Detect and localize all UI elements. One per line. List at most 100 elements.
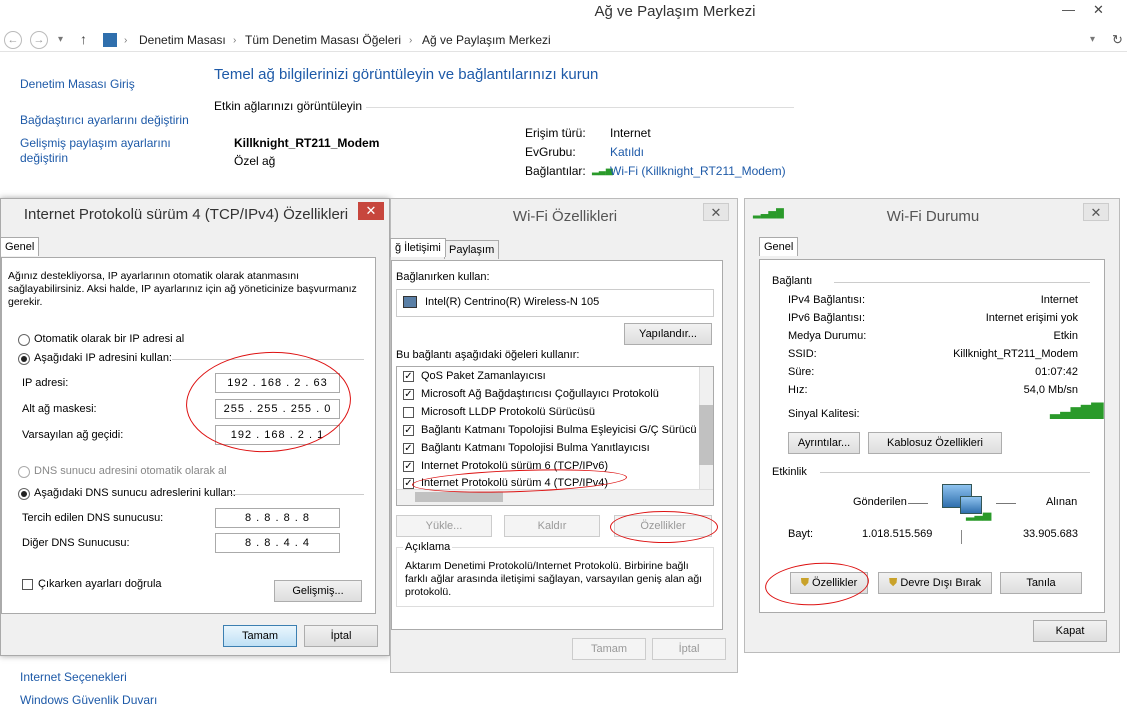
wifi-status-dialog: ▂▃▅▇ Wi-Fi Durumu ✕ Genel Bağlantı IPv4 … (744, 198, 1120, 653)
validate-label: Çıkarken ayarları doğrula (38, 578, 162, 590)
close-icon[interactable]: ✕ (1083, 203, 1109, 221)
homegroup-label: EvGrubu: (525, 145, 576, 159)
cancel-button[interactable]: İptal (304, 625, 378, 647)
section-heading: Etkin ağlarınızı görüntüleyin (214, 99, 363, 113)
diagnose-button[interactable]: Tanıla (1000, 572, 1082, 594)
sidebar-item-adapter[interactable]: Bağdaştırıcı ayarlarını değiştirin (20, 113, 189, 127)
gateway-label: Varsayılan ağ geçidi: (22, 429, 124, 441)
dns2-field[interactable]: 8 . 8 . 4 . 4 (215, 533, 340, 553)
sidebar-item-sharing[interactable]: Gelişmiş paylaşım ayarlarını değiştirin (20, 136, 185, 166)
annotation-circle (763, 559, 871, 609)
advanced-button[interactable]: Gelişmiş... (274, 580, 362, 602)
dns1-field[interactable]: 8 . 8 . 8 . 8 (215, 508, 340, 528)
disable-button-label: Devre Dışı Bırak (900, 577, 981, 589)
shield-icon: ⛊ (889, 577, 898, 589)
received-line (996, 503, 1016, 504)
ok-button[interactable]: Tamam (572, 638, 646, 660)
mask-label: Alt ağ maskesi: (22, 403, 97, 415)
ok-button[interactable]: Tamam (223, 625, 297, 647)
close-icon[interactable]: ✕ (358, 202, 384, 220)
cancel-button[interactable]: İptal (652, 638, 726, 660)
tab-sharing[interactable]: Paylaşım (444, 240, 500, 259)
item-checkbox[interactable]: ✓ (403, 389, 414, 400)
configure-button[interactable]: Yapılandır... (624, 323, 712, 345)
scrollbar-thumb[interactable] (415, 492, 503, 502)
adapter-box: Intel(R) Centrino(R) Wireless-N 105 (396, 289, 714, 317)
see-also-firewall[interactable]: Windows Güvenlik Duvarı (20, 693, 157, 707)
scrollbar-thumb[interactable] (699, 405, 713, 465)
back-icon[interactable]: ← (4, 31, 22, 49)
up-icon[interactable]: ↑ (80, 31, 87, 47)
breadcrumb-network-center[interactable]: Ağ ve Paylaşım Merkezi (422, 33, 551, 47)
signal-label: Sinyal Kalitesi: (788, 408, 860, 420)
wireless-properties-button[interactable]: Kablosuz Özellikleri (868, 432, 1002, 454)
adapter-name: Intel(R) Centrino(R) Wireless-N 105 (425, 296, 600, 308)
connections-label: Bağlantılar: (525, 164, 586, 178)
close-button[interactable]: Kapat (1033, 620, 1107, 642)
signal-bars-icon: ▂▃▅ (966, 509, 992, 521)
tab-networking[interactable]: ğ İletişimi (390, 238, 446, 257)
chevron-right-icon: › (233, 35, 237, 46)
item-checkbox[interactable] (403, 407, 414, 418)
auto-dns-label: DNS sunucu adresini otomatik olarak al (34, 465, 227, 477)
ipv4-panel: Ağınız destekliyorsa, IP ayarlarının oto… (1, 257, 376, 614)
refresh-icon[interactable]: ↻ (1112, 32, 1123, 48)
wifi-status-title: Wi-Fi Durumu (886, 208, 980, 225)
wifi-properties-panel: Bağlanırken kullan: Intel(R) Centrino(R)… (391, 260, 723, 630)
list-item[interactable]: Microsoft LLDP Protokolü Sürücüsü (421, 406, 595, 418)
media-state-label: Medya Durumu: (788, 330, 867, 342)
see-also-internet-options[interactable]: Internet Seçenekleri (20, 670, 127, 684)
uninstall-button[interactable]: Kaldır (504, 515, 600, 537)
control-panel-icon (103, 33, 117, 47)
manual-dns-label: Aşağıdaki DNS sunucu adreslerini kullan: (34, 487, 236, 499)
chevron-down-icon[interactable]: ▾ (58, 34, 63, 45)
breadcrumb-all-items[interactable]: Tüm Denetim Masası Öğeleri (245, 33, 401, 47)
dns1-label: Tercih edilen DNS sunucusu: (22, 512, 164, 524)
access-label: Erişim türü: (525, 126, 586, 140)
list-item[interactable]: Bağlantı Katmanı Topolojisi Bulma Eşleyi… (421, 424, 697, 436)
list-item[interactable]: Microsoft Ağ Bağdaştırıcısı Çoğullayıcı … (421, 388, 659, 400)
group-line (834, 282, 1090, 283)
close-icon[interactable]: ✕ (703, 203, 729, 221)
connect-using-label: Bağlanırken kullan: (396, 271, 490, 283)
item-checkbox[interactable]: ✓ (403, 461, 414, 472)
item-checkbox[interactable]: ✓ (403, 371, 414, 382)
group-line (230, 494, 364, 495)
signal-bars-icon: ▂▃▅▆▇ (1050, 402, 1104, 419)
forward-icon[interactable]: → (30, 31, 48, 49)
item-checkbox[interactable]: ✓ (403, 443, 414, 454)
address-bar: ← → ▾ ↑ › Denetim Masası › Tüm Denetim M… (0, 28, 1127, 52)
breadcrumb-control-panel[interactable]: Denetim Masası (139, 33, 226, 47)
wifi-properties-dialog: Wi-Fi Özellikleri ✕ ğ İletişimi Paylaşım… (390, 198, 738, 673)
tab-general[interactable]: Genel (759, 237, 799, 256)
connection-link[interactable]: Wi-Fi (Killknight_RT211_Modem) (610, 164, 786, 178)
auto-ip-radio[interactable] (18, 334, 30, 346)
homegroup-link[interactable]: Katıldı (610, 145, 644, 159)
disable-button[interactable]: ⛊ Devre Dışı Bırak (878, 572, 992, 594)
window-controls[interactable]: — ✕ (1062, 2, 1122, 20)
ip-label: IP adresi: (22, 377, 69, 389)
install-button[interactable]: Yükle... (396, 515, 492, 537)
network-name: Killknight_RT211_Modem (234, 136, 380, 150)
ipv4-conn-value: Internet (1040, 294, 1078, 306)
manual-ip-radio[interactable] (18, 353, 30, 365)
description-title: Açıklama (403, 541, 453, 553)
ipv4-conn-label: IPv4 Bağlantısı: (788, 294, 866, 306)
list-item[interactable]: Bağlantı Katmanı Topolojisi Bulma Yanıtl… (421, 442, 650, 454)
address-dropdown-icon[interactable]: ▾ (1090, 34, 1095, 45)
sidebar-item-home[interactable]: Denetim Masası Giriş (20, 77, 135, 91)
auto-dns-radio[interactable] (18, 466, 30, 478)
list-item[interactable]: QoS Paket Zamanlayıcısı (421, 370, 546, 382)
sent-line (908, 503, 928, 504)
tab-general[interactable]: Genel (0, 237, 40, 256)
item-checkbox[interactable]: ✓ (403, 425, 414, 436)
details-button[interactable]: Ayrıntılar... (788, 432, 860, 454)
validate-checkbox[interactable] (22, 579, 33, 590)
activity-section-label: Etkinlik (772, 466, 807, 478)
bytes-received-value: 33.905.683 (1022, 528, 1078, 540)
manual-dns-radio[interactable] (18, 488, 30, 500)
chevron-right-icon: › (409, 35, 413, 46)
ssid-value: Killknight_RT211_Modem (953, 348, 1078, 360)
received-label: Alınan (1046, 496, 1078, 508)
access-value: Internet (610, 126, 651, 140)
